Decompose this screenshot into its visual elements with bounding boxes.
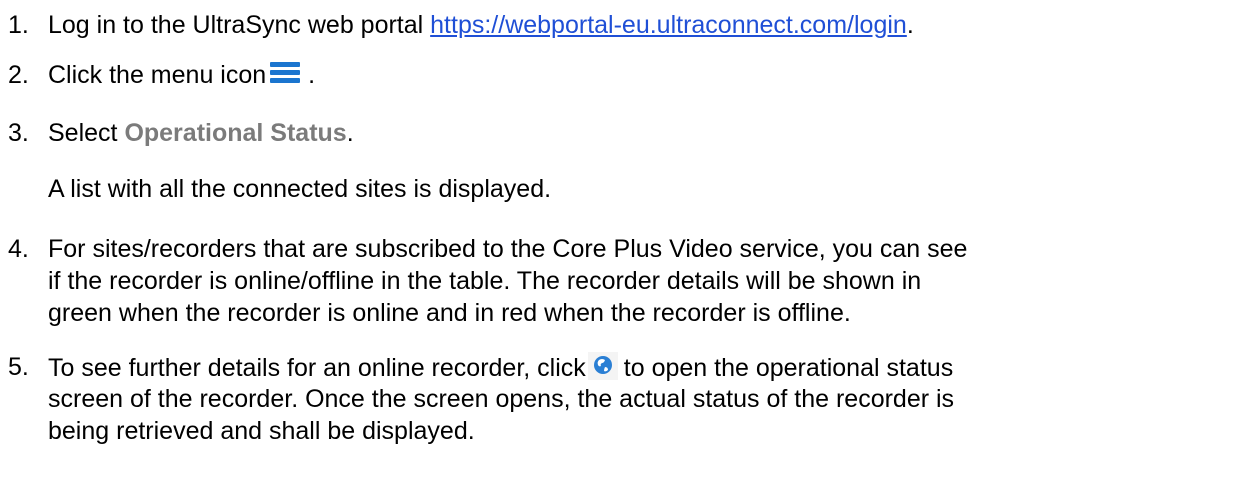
step-number: 4. <box>8 235 29 263</box>
step-text-line: being retrieved and shall be displayed. <box>48 417 475 445</box>
step-text-part: Select <box>48 119 125 147</box>
step-text-line: For sites/recorders that are subscribed … <box>48 235 968 263</box>
step-text-line: screen of the recorder. Once the screen … <box>48 385 955 413</box>
step-text-part: . <box>346 119 354 147</box>
step-note: A list with all the connected sites is d… <box>48 175 552 203</box>
step-text-part: Log in to the UltraSync web portal <box>48 11 431 39</box>
step-number: 5. <box>8 353 29 381</box>
login-portal-link[interactable]: https://webportal-eu.ultraconnect.com/lo… <box>430 11 907 39</box>
step-number: 2. <box>8 61 29 89</box>
step-text-part: To see further details for an online rec… <box>48 354 586 382</box>
hamburger-menu-icon <box>270 62 301 84</box>
step-text-part: . <box>308 61 316 89</box>
step-number: 1. <box>8 11 29 39</box>
step-text: Log in to the UltraSync web portal https… <box>48 10 1248 40</box>
step-text-line: To see further details for an online rec… <box>48 352 1248 383</box>
step-text: Click the menu icon. <box>48 60 1248 90</box>
globe-icon <box>587 352 618 380</box>
step-number: 3. <box>8 119 29 147</box>
step-text-line: if the recorder is online/offline in the… <box>48 267 922 295</box>
step-text: Select Operational Status. <box>48 118 1248 148</box>
step-text-line: green when the recorder is online and in… <box>48 299 851 327</box>
step-text-part: to open the operational status <box>623 354 954 382</box>
step-text-part: . <box>906 11 914 39</box>
operational-status-label: Operational Status <box>124 119 347 147</box>
step-text-part: Click the menu icon <box>48 61 267 89</box>
